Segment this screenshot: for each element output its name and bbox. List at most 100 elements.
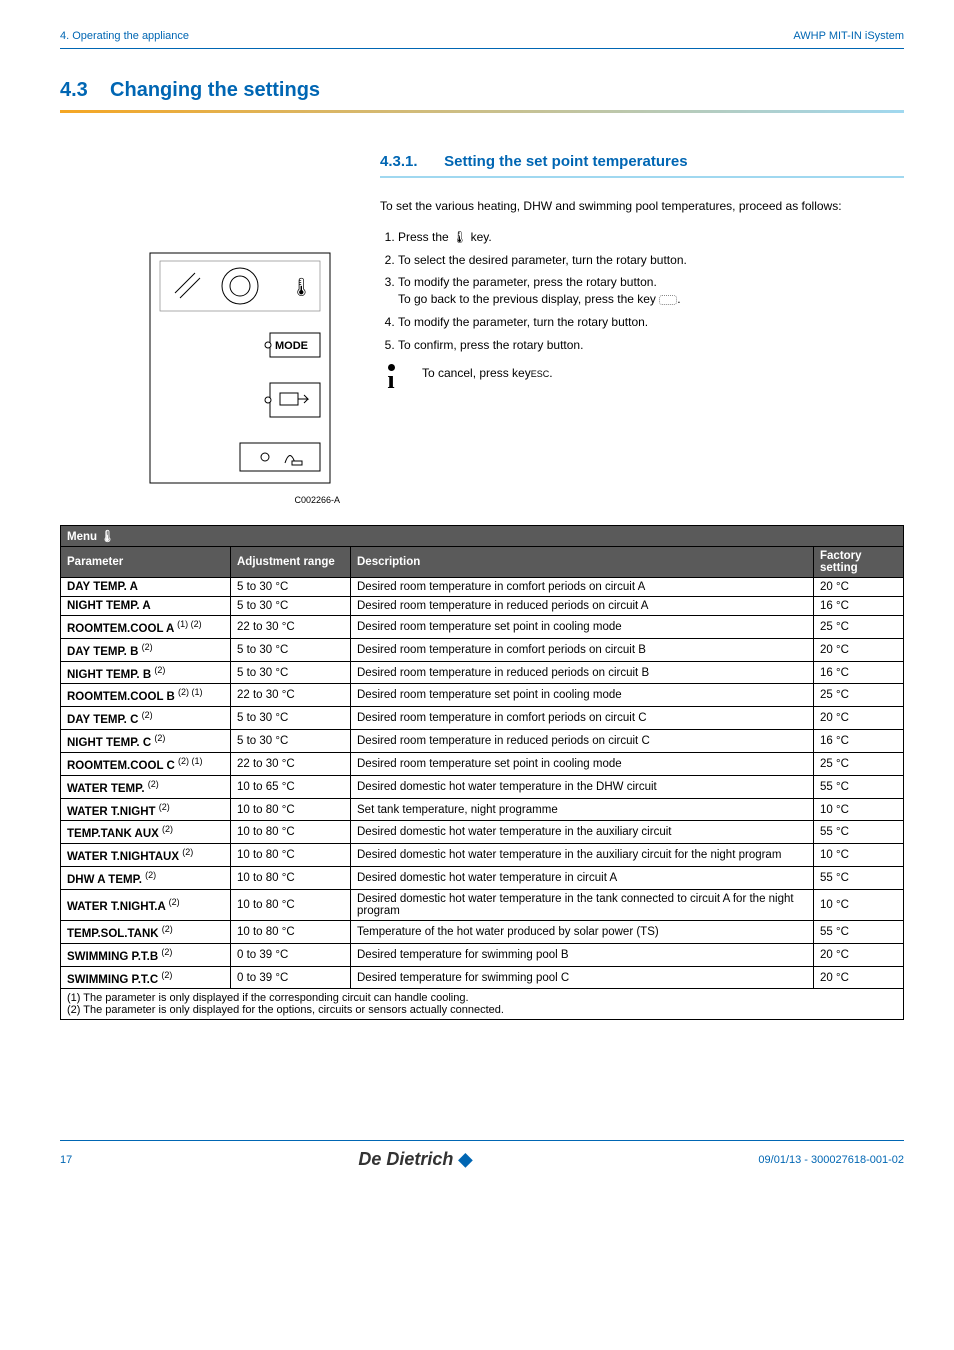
param-range-cell: 22 to 30 °C [231,616,351,639]
table-row: SWIMMING P.T.C (2)0 to 39 °CDesired temp… [61,966,904,989]
param-desc-cell: Desired temperature for swimming pool B [351,943,814,966]
param-desc-cell: Desired room temperature in reduced peri… [351,661,814,684]
col-description: Description [351,547,814,578]
col-factory: Factory setting [814,547,904,578]
param-name-cell: NIGHT TEMP. A [61,597,231,616]
step-item: To modify the parameter, turn the rotary… [398,314,904,331]
param-desc-cell: Desired room temperature in comfort peri… [351,638,814,661]
param-range-cell: 10 to 65 °C [231,775,351,798]
step-item: To select the desired parameter, turn th… [398,252,904,269]
param-factory-cell: 55 °C [814,867,904,890]
param-factory-cell: 10 °C [814,889,904,920]
param-range-cell: 5 to 30 °C [231,578,351,597]
param-range-cell: 10 to 80 °C [231,821,351,844]
param-range-cell: 5 to 30 °C [231,707,351,730]
table-row: DAY TEMP. C (2)5 to 30 °CDesired room te… [61,707,904,730]
table-row: WATER T.NIGHT (2)10 to 80 °CSet tank tem… [61,798,904,821]
table-row: TEMP.TANK AUX (2)10 to 80 °CDesired dome… [61,821,904,844]
table-row: WATER T.NIGHTAUX (2)10 to 80 °CDesired d… [61,844,904,867]
param-range-cell: 0 to 39 °C [231,943,351,966]
table-row: NIGHT TEMP. A5 to 30 °CDesired room temp… [61,597,904,616]
param-name-cell: DHW A TEMP. (2) [61,867,231,890]
table-row: ROOMTEM.COOL B (2) (1)22 to 30 °CDesired… [61,684,904,707]
table-row: ROOMTEM.COOL A (1) (2)22 to 30 °CDesired… [61,616,904,639]
param-range-cell: 5 to 30 °C [231,597,351,616]
page-header: 4. Operating the appliance AWHP MIT-IN i… [60,30,904,49]
param-name-cell: WATER T.NIGHT (2) [61,798,231,821]
table-row: TEMP.SOL.TANK (2)10 to 80 °CTemperature … [61,920,904,943]
param-name-cell: NIGHT TEMP. C (2) [61,730,231,753]
param-factory-cell: 20 °C [814,578,904,597]
param-range-cell: 5 to 30 °C [231,661,351,684]
param-range-cell: 22 to 30 °C [231,752,351,775]
subsection-title: 4.3.1. Setting the set point temperature… [380,153,904,178]
param-range-cell: 10 to 80 °C [231,920,351,943]
device-illustration: 🌡 MODE [120,243,340,493]
param-desc-cell: Desired domestic hot water temperature i… [351,775,814,798]
step-item: To modify the parameter, press the rotar… [398,274,904,308]
param-range-cell: 10 to 80 °C [231,798,351,821]
table-row: DAY TEMP. A5 to 30 °CDesired room temper… [61,578,904,597]
param-desc-cell: Desired room temperature set point in co… [351,684,814,707]
param-name-cell: ROOMTEM.COOL A (1) (2) [61,616,231,639]
param-factory-cell: 16 °C [814,730,904,753]
esc-key-label: ESC [531,369,550,379]
param-desc-cell: Desired room temperature in comfort peri… [351,707,814,730]
table-row: DAY TEMP. B (2)5 to 30 °CDesired room te… [61,638,904,661]
param-factory-cell: 20 °C [814,638,904,661]
menu-label: Menu 🌡 [61,526,904,547]
param-desc-cell: Desired room temperature in reduced peri… [351,597,814,616]
step-item: Press the 🌡 key. [398,229,904,246]
param-desc-cell: Desired domestic hot water temperature i… [351,844,814,867]
steps-list: Press the 🌡 key. To select the desired p… [380,229,904,354]
param-name-cell: TEMP.SOL.TANK (2) [61,920,231,943]
param-name-cell: DAY TEMP. B (2) [61,638,231,661]
param-range-cell: 10 to 80 °C [231,889,351,920]
param-factory-cell: 16 °C [814,597,904,616]
param-range-cell: 5 to 30 °C [231,730,351,753]
param-name-cell: ROOMTEM.COOL B (2) (1) [61,684,231,707]
cancel-note: To cancel, press keyESC. [422,366,553,380]
param-factory-cell: 25 °C [814,752,904,775]
param-range-cell: 5 to 30 °C [231,638,351,661]
param-factory-cell: 55 °C [814,821,904,844]
param-desc-cell: Temperature of the hot water produced by… [351,920,814,943]
table-row: NIGHT TEMP. B (2)5 to 30 °CDesired room … [61,661,904,684]
table-row: DHW A TEMP. (2)10 to 80 °CDesired domest… [61,867,904,890]
param-desc-cell: Desired room temperature set point in co… [351,752,814,775]
param-factory-cell: 55 °C [814,775,904,798]
param-name-cell: NIGHT TEMP. B (2) [61,661,231,684]
param-range-cell: 0 to 39 °C [231,966,351,989]
param-name-cell: TEMP.TANK AUX (2) [61,821,231,844]
param-factory-cell: 10 °C [814,844,904,867]
param-name-cell: SWIMMING P.T.C (2) [61,966,231,989]
param-desc-cell: Desired domestic hot water temperature i… [351,889,814,920]
footnote: (2) The parameter is only displayed for … [67,1004,897,1016]
info-icon: ı [380,366,402,394]
param-name-cell: WATER T.NIGHTAUX (2) [61,844,231,867]
param-factory-cell: 25 °C [814,684,904,707]
param-desc-cell: Desired domestic hot water temperature i… [351,867,814,890]
footnote: (1) The parameter is only displayed if t… [67,992,897,1004]
section-title: 4.3 Changing the settings [60,79,904,113]
table-row: WATER T.NIGHT.A (2)10 to 80 °CDesired do… [61,889,904,920]
param-name-cell: DAY TEMP. A [61,578,231,597]
param-desc-cell: Set tank temperature, night programme [351,798,814,821]
step-item: To confirm, press the rotary button. [398,337,904,354]
mode-button-label: MODE [275,340,308,352]
param-desc-cell: Desired room temperature set point in co… [351,616,814,639]
param-factory-cell: 16 °C [814,661,904,684]
param-name-cell: ROOMTEM.COOL C (2) (1) [61,752,231,775]
param-factory-cell: 55 °C [814,920,904,943]
breadcrumb: 4. Operating the appliance [60,30,189,42]
param-factory-cell: 10 °C [814,798,904,821]
parameter-table: Menu 🌡 Parameter Adjustment range Descri… [60,525,904,1020]
param-range-cell: 22 to 30 °C [231,684,351,707]
param-desc-cell: Desired domestic hot water temperature i… [351,821,814,844]
section-number: 4.3 [60,79,88,101]
table-menu-header: Menu 🌡 [61,526,904,547]
param-factory-cell: 20 °C [814,707,904,730]
page-footer: 17 De Dietrich ◆ 09/01/13 - 300027618-00… [60,1140,904,1170]
table-row: SWIMMING P.T.B (2)0 to 39 °CDesired temp… [61,943,904,966]
param-range-cell: 10 to 80 °C [231,867,351,890]
